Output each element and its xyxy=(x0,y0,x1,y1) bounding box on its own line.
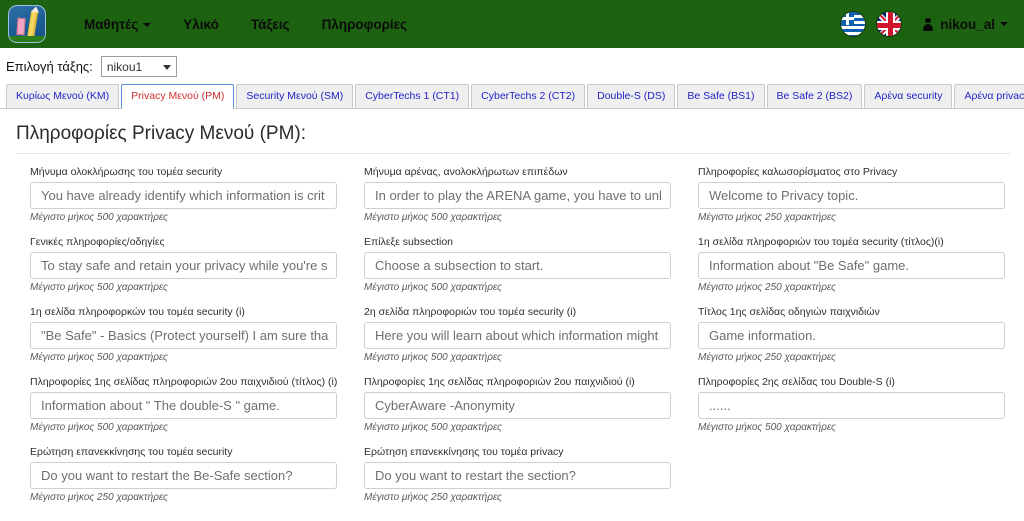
field-input[interactable]: CyberAware -Anonymity xyxy=(364,392,671,419)
nav-link-2[interactable]: Τάξεις xyxy=(235,11,306,38)
field-input[interactable]: Information about " The double-S " game. xyxy=(30,392,337,419)
section-tabs: Κυρίως Μενού (KM) Privacy Μενού (PM) Secur… xyxy=(0,83,1024,109)
field-input[interactable]: Information about "Be Safe" game. xyxy=(698,252,1005,279)
tab-3[interactable]: CyberTechs 1 (CT1) xyxy=(355,84,470,108)
field-help-text: Μέγιστο μήκος 500 χαρακτήρες xyxy=(30,282,168,293)
class-select[interactable]: nikou1 xyxy=(100,56,177,77)
tab-4[interactable]: CyberTechs 2 (CT2) xyxy=(471,84,586,108)
field-input[interactable]: Do you want to restart the section? xyxy=(364,462,671,489)
field-help-text: Μέγιστο μήκος 500 χαρακτήρες xyxy=(30,212,168,223)
user-menu[interactable]: nikou_al xyxy=(912,11,1012,38)
main-content: Πληροφορίες Privacy Μενού (PM): Μήνυμα ο… xyxy=(0,109,1024,521)
form-actions: Αλλαγή Επαναφορά xyxy=(14,516,1010,521)
nav-link-1[interactable]: Υλικό xyxy=(167,11,235,38)
field-input[interactable]: Do you want to restart the Be-Safe secti… xyxy=(30,462,337,489)
tab-7[interactable]: Be Safe 2 (BS2) xyxy=(766,84,863,108)
form-field-8: Τίτλος 1ης σελίδας οδηγιών παιχνιδιών Gam… xyxy=(698,306,1024,363)
tab-0[interactable]: Κυρίως Μενού (KM) xyxy=(6,84,120,108)
title-divider xyxy=(16,153,1010,154)
form-field-12: Ερώτηση επανεκκίνησης του τομέα security… xyxy=(30,446,360,503)
chevron-down-icon xyxy=(143,22,152,27)
form-field-7: 2η σελίδα πληροφοριών του τομέα security… xyxy=(364,306,694,363)
field-label: Ερώτηση επανεκκίνησης του τομέα security xyxy=(30,446,233,458)
class-selector-label: Επιλογή τάξης: xyxy=(6,59,93,74)
navbar-right-group: nikou_al xyxy=(840,0,1012,48)
form-field-5: 1η σελίδα πληροφοριών του τομέα security… xyxy=(698,236,1024,293)
nav-link-label: Μαθητές xyxy=(84,16,139,32)
nav-link-0[interactable]: Μαθητές xyxy=(68,11,167,38)
tab-6[interactable]: Be Safe (BS1) xyxy=(677,84,765,108)
tab-1[interactable]: Privacy Μενού (PM) xyxy=(121,84,235,109)
field-input[interactable]: Welcome to Privacy topic. xyxy=(698,182,1005,209)
field-label: Μήνυμα ολοκλήρωσης του τομέα security xyxy=(30,166,223,178)
eraser-shape xyxy=(16,17,26,36)
tab-5[interactable]: Double-S (DS) xyxy=(587,84,676,108)
field-label: 1η σελίδα πληροφοριών του τομέα security… xyxy=(698,236,944,248)
class-selector-row: Επιλογή τάξης: nikou1 xyxy=(0,48,1024,83)
field-label: Γενικές πληροφορίες/οδηγίες xyxy=(30,236,165,248)
nav-link-label: Υλικό xyxy=(183,16,219,32)
field-label: Ερώτηση επανεκκίνησης του τομέα privacy xyxy=(364,446,564,458)
nav-link-3[interactable]: Πληροφορίες xyxy=(306,11,424,38)
field-input[interactable]: ...... xyxy=(698,392,1005,419)
form-field-2: Πληροφορίες καλωσορίσματος στο Privacy We… xyxy=(698,166,1024,223)
field-input[interactable]: You have already identify which informat… xyxy=(30,182,337,209)
logo-ground xyxy=(9,36,45,42)
fields-grid: Μήνυμα ολοκλήρωσης του τομέα security You… xyxy=(14,166,1010,516)
nav-link-label: Πληροφορίες xyxy=(321,16,408,32)
nav-link-label: Τάξεις xyxy=(250,16,290,32)
field-label: Μήνυμα αρένας, ανολοκλήρωτων επιπέδων xyxy=(364,166,568,178)
field-label: Τίτλος 1ης σελίδας οδηγιών παιχνιδιών xyxy=(698,306,880,318)
field-help-text: Μέγιστο μήκος 250 χαρακτήρες xyxy=(698,282,836,293)
field-help-text: Μέγιστο μήκος 250 χαρακτήρες xyxy=(698,212,836,223)
uk-flag-icon[interactable] xyxy=(876,11,903,37)
field-input[interactable]: "Be Safe" - Basics (Protect yourself) I … xyxy=(30,322,337,349)
field-label: Πληροφορίες 1ης σελίδας πληροφοριών 2ου … xyxy=(30,376,338,388)
form-field-11: Πληροφορίες 2ης σελίδας του Double-S (i)… xyxy=(698,376,1024,433)
field-label: Πληροφορίες καλωσορίσματος στο Privacy xyxy=(698,166,898,178)
field-input[interactable]: Choose a subsection to start. xyxy=(364,252,671,279)
greek-flag-icon[interactable] xyxy=(840,11,867,37)
form-field-10: Πληροφορίες 1ης σελίδας πληροφοριών 2ου … xyxy=(364,376,694,433)
field-input[interactable]: Here you will learn about which informat… xyxy=(364,322,671,349)
chevron-down-icon xyxy=(162,65,171,70)
form-field-4: Επίλεξε subsection Choose a subsection to… xyxy=(364,236,694,293)
pencil-eraser-logo[interactable] xyxy=(8,5,46,43)
user-icon xyxy=(922,17,933,31)
form-field-6: 1η σελίδα πληροφορκών του τομέα security… xyxy=(30,306,360,363)
field-help-text: Μέγιστο μήκος 500 χαρακτήρες xyxy=(364,212,502,223)
form-field-9: Πληροφορίες 1ης σελίδας πληροφοριών 2ου … xyxy=(30,376,360,433)
field-help-text: Μέγιστο μήκος 500 χαρακτήρες xyxy=(30,352,168,363)
nav-links: Μαθητές Υλικό Τάξεις Πληροφορίες xyxy=(68,11,423,38)
chevron-down-icon xyxy=(1000,22,1008,26)
field-help-text: Μέγιστο μήκος 250 χαρακτήρες xyxy=(30,492,168,503)
field-help-text: Μέγιστο μήκος 250 χαρακτήρες xyxy=(364,492,502,503)
form-field-1: Μήνυμα αρένας, ανολοκλήρωτων επιπέδων In … xyxy=(364,166,694,223)
top-navbar: Μαθητές Υλικό Τάξεις Πληροφορίες nikou_al xyxy=(0,0,1024,48)
form-field-3: Γενικές πληροφορίες/οδηγίες To stay safe … xyxy=(30,236,360,293)
field-help-text: Μέγιστο μήκος 500 χαρακτήρες xyxy=(698,422,836,433)
field-help-text: Μέγιστο μήκος 500 χαρακτήρες xyxy=(364,282,502,293)
field-input[interactable]: To stay safe and retain your privacy whi… xyxy=(30,252,337,279)
tab-8[interactable]: Αρένα security xyxy=(864,84,953,108)
field-label: Πληροφορίες 2ης σελίδας του Double-S (i) xyxy=(698,376,895,388)
field-help-text: Μέγιστο μήκος 500 χαρακτήρες xyxy=(364,422,502,433)
field-label: 1η σελίδα πληροφορκών του τομέα security… xyxy=(30,306,245,318)
field-help-text: Μέγιστο μήκος 250 χαρακτήρες xyxy=(698,352,836,363)
field-label: Πληροφορίες 1ης σελίδας πληροφοριών 2ου … xyxy=(364,376,635,388)
field-label: Επίλεξε subsection xyxy=(364,236,454,248)
form-field-0: Μήνυμα ολοκλήρωσης του τομέα security You… xyxy=(30,166,360,223)
field-input[interactable]: In order to play the ARENA game, you hav… xyxy=(364,182,671,209)
username-label: nikou_al xyxy=(940,16,995,32)
field-label: 2η σελίδα πληροφοριών του τομέα security… xyxy=(364,306,577,318)
tab-2[interactable]: Security Μενού (SM) xyxy=(236,84,354,108)
tab-9[interactable]: Αρένα privacy xyxy=(954,84,1024,108)
form-field-13: Ερώτηση επανεκκίνησης του τομέα privacy D… xyxy=(364,446,694,503)
page-title: Πληροφορίες Privacy Μενού (PM): xyxy=(16,123,307,144)
class-select-value: nikou1 xyxy=(106,59,143,74)
field-input[interactable]: Game information. xyxy=(698,322,1005,349)
field-help-text: Μέγιστο μήκος 500 χαρακτήρες xyxy=(364,352,502,363)
field-help-text: Μέγιστο μήκος 500 χαρακτήρες xyxy=(30,422,168,433)
